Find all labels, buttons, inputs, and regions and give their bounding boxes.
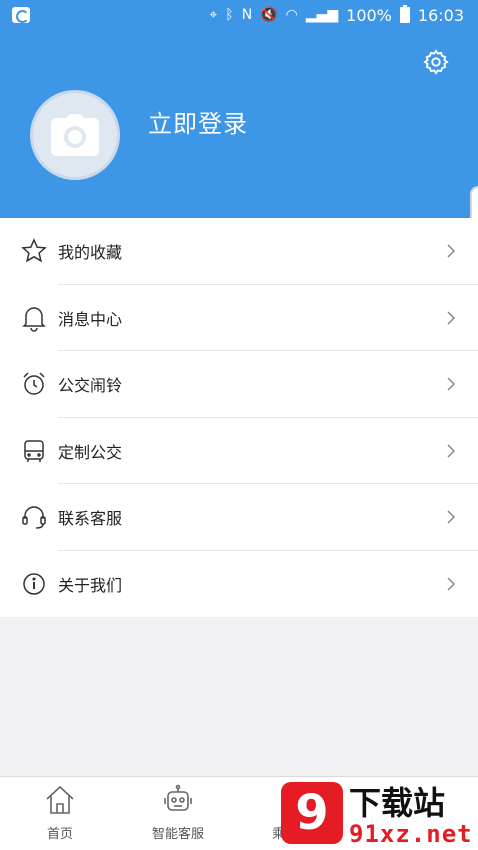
tab-smart-service[interactable]: 智能客服 — [118, 777, 238, 850]
home-icon — [46, 785, 74, 814]
tab-label: 首页 — [46, 827, 73, 842]
menu-item-favorites[interactable]: 我的收藏 — [0, 218, 478, 285]
status-icons: ⌖ ᛒ N 🔇 ◠ ▂▄▆ 100% 16:03 — [209, 5, 464, 25]
avatar[interactable] — [30, 90, 120, 180]
signal-icon: ▂▄▆ — [305, 7, 339, 23]
wifi-icon: ◠ — [285, 7, 298, 23]
alarm-clock-icon — [23, 372, 45, 395]
chevron-right-icon — [447, 244, 456, 258]
menu-item-label: 关于我们 — [58, 575, 123, 595]
bluetooth-icon: ᛒ — [225, 7, 234, 23]
menu-item-label: 公交闹铃 — [58, 376, 123, 396]
login-link[interactable]: 立即登录 — [148, 104, 248, 139]
menu-item-custom-bus[interactable]: 定制公交 — [0, 418, 478, 484]
menu-item-label: 联系客服 — [58, 509, 123, 529]
battery-icon — [399, 5, 410, 23]
menu-item-contact-service[interactable]: 联系客服 — [0, 484, 478, 551]
location-icon: ⌖ — [209, 7, 218, 23]
chevron-right-icon — [447, 311, 456, 325]
gear-icon[interactable] — [422, 48, 450, 76]
camera-icon — [51, 114, 99, 156]
watermark-url: 91xz.net — [349, 820, 473, 848]
bottom-tab-bar: 首页 智能客服 乘客系列 9 下载站 91xz.net — [0, 776, 478, 850]
menu-item-label: 定制公交 — [58, 442, 123, 462]
watermark-logo: 9 — [281, 782, 343, 844]
clock: 16:03 — [417, 5, 464, 25]
mute-icon: 🔇 — [260, 7, 278, 23]
info-icon — [23, 573, 45, 595]
tab-home[interactable]: 首页 — [0, 777, 120, 850]
menu-item-label: 消息中心 — [58, 309, 123, 329]
watermark: 9 下载站 91xz.net — [273, 776, 478, 850]
bell-icon — [22, 307, 46, 332]
tab-label: 智能客服 — [151, 827, 204, 842]
menu-item-messages[interactable]: 消息中心 — [0, 285, 478, 351]
headset-icon — [22, 506, 46, 529]
chevron-right-icon — [447, 510, 456, 524]
status-bar: ⌖ ᛒ N 🔇 ◠ ▂▄▆ 100% 16:03 — [0, 0, 478, 32]
menu-item-label: 我的收藏 — [58, 243, 123, 263]
chevron-right-icon — [447, 577, 456, 591]
app-notification-icon — [12, 7, 30, 23]
chevron-right-icon — [447, 444, 456, 458]
nfc-icon: N — [241, 7, 253, 23]
profile-header: 立即登录 — [0, 32, 478, 218]
watermark-title: 下载站 — [349, 784, 446, 822]
chevron-right-icon — [447, 377, 456, 391]
menu-item-about[interactable]: 关于我们 — [0, 551, 478, 618]
robot-icon — [164, 784, 192, 811]
battery-percent: 100% — [346, 5, 392, 25]
menu-list: 我的收藏 消息中心 公交闹铃 定制公交 联系客服 关于我们 — [0, 218, 478, 617]
menu-item-bus-alarm[interactable]: 公交闹铃 — [0, 351, 478, 418]
bus-icon — [24, 440, 44, 462]
star-icon — [21, 238, 47, 263]
